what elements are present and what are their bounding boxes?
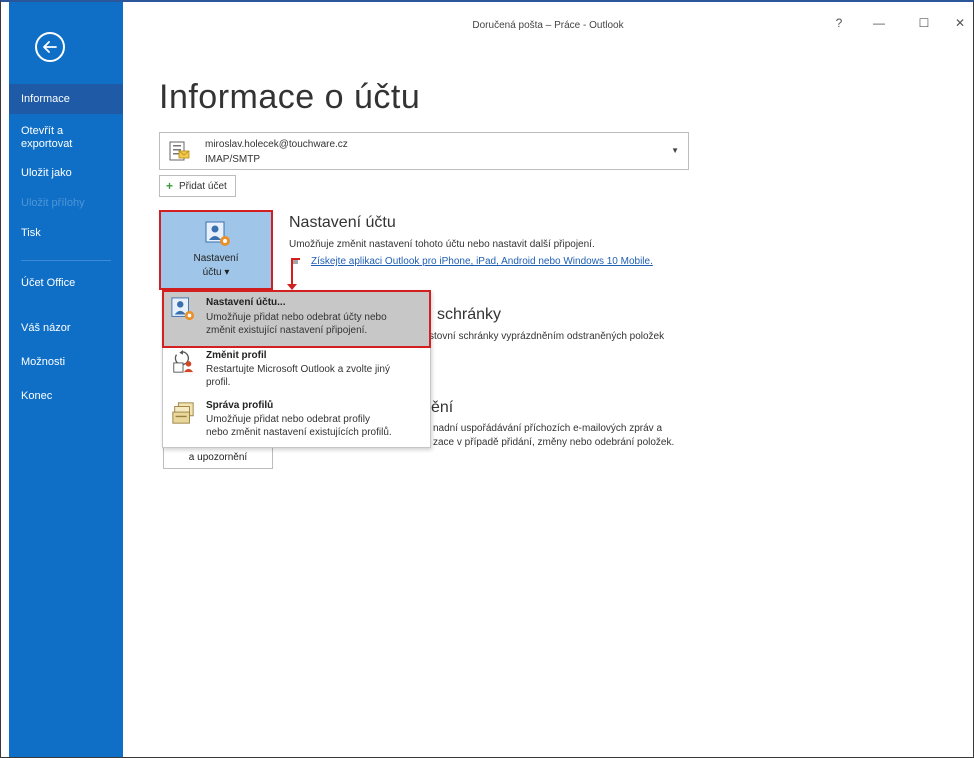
mailbox-heading: schránky <box>437 306 502 323</box>
menu-item-desc: nebo změnit nastavení existujících profi… <box>206 427 392 438</box>
account-email: miroslav.holecek@touchware.cz <box>205 139 348 150</box>
add-account-button[interactable]: + Přidat účet <box>159 175 236 197</box>
account-selector[interactable]: miroslav.holecek@touchware.cz IMAP/SMTP … <box>159 132 689 170</box>
account-settings-heading: Nastavení účtu <box>289 214 396 231</box>
account-settings-icon <box>171 297 195 321</box>
menu-item-desc: Umožňuje přidat nebo odebrat profily <box>206 414 370 425</box>
nav-item-tisk[interactable]: Tisk <box>9 218 123 260</box>
rules-desc-2: zace v případě přidání, změny nebo odebr… <box>433 437 675 448</box>
nav-item-ulozit-prilohy: Uložit přílohy <box>21 197 85 209</box>
rules-heading: ění <box>431 399 454 416</box>
annotation-connector-line <box>291 258 293 286</box>
nav-item-ulozit-jako[interactable]: Uložit jako <box>9 158 123 188</box>
outlook-window: Informace Otevřít a exportovat Uložit ja… <box>0 0 974 758</box>
account-settings-icon <box>205 221 230 246</box>
close-button[interactable]: ✕ <box>950 16 970 30</box>
menu-item-title: Změnit profil <box>206 350 267 361</box>
menu-item-title: Nastavení účtu... <box>206 297 286 308</box>
menu-item-desc: profil. <box>206 377 231 388</box>
rules-desc-1: nadní uspořádávání příchozích e-mailovýc… <box>433 423 663 434</box>
backstage-sidebar: Informace Otevřít a exportovat Uložit ja… <box>9 2 123 757</box>
add-account-label: Přidat účet <box>179 180 227 192</box>
mailbox-desc: stovní schránky vyprázdněním odstraněnýc… <box>429 331 665 342</box>
account-settings-menu: Nastavení účtu... Umožňuje přidat nebo o… <box>162 290 431 448</box>
menu-item-desc: Umožňuje přidat nebo odebrat účty nebo <box>206 312 387 323</box>
help-button[interactable]: ? <box>829 16 849 30</box>
window-left-strip <box>1 2 9 757</box>
nav-item-konec[interactable]: Konec <box>9 379 123 413</box>
back-button[interactable] <box>35 32 65 62</box>
change-profile-icon <box>173 350 194 373</box>
mail-account-icon <box>169 141 190 161</box>
menu-item-change-profile[interactable]: Změnit profil Restartujte Microsoft Outl… <box>163 348 430 398</box>
minimize-button[interactable]: — <box>869 16 889 30</box>
maximize-button[interactable]: ☐ <box>914 16 934 30</box>
account-settings-button[interactable]: Nastavení účtu ▾ <box>159 210 273 290</box>
nav-item-ucet-office[interactable]: Účet Office <box>9 261 79 311</box>
nav-item-vas-nazor[interactable]: Váš názor <box>9 311 123 345</box>
backstage-nav: Informace Otevřít a exportovat Uložit ja… <box>9 84 123 413</box>
rules-alerts-label: a upozornění <box>188 452 248 463</box>
account-settings-label-1: Nastavení <box>193 253 239 264</box>
menu-item-desc: změnit existující nastavení připojení. <box>206 325 368 336</box>
nav-item-moznosti[interactable]: Možnosti <box>9 345 123 379</box>
menu-item-account-settings[interactable]: Nastavení účtu... Umožňuje přidat nebo o… <box>162 290 431 348</box>
account-settings-label-2: účtu ▾ <box>202 267 230 278</box>
outlook-mobile-link[interactable]: Získejte aplikaci Outlook pro iPhone, iP… <box>311 256 653 267</box>
account-type: IMAP/SMTP <box>205 154 261 165</box>
menu-item-manage-profiles[interactable]: Správa profilů Umožňuje přidat nebo odeb… <box>163 397 430 447</box>
chevron-down-icon: ▼ <box>671 146 679 155</box>
nav-item-otevrit-exportovat[interactable]: Otevřít a exportovat <box>9 114 99 158</box>
arrow-left-icon <box>43 41 57 53</box>
page-title: Informace o účtu <box>159 78 421 116</box>
plus-icon: + <box>166 179 174 193</box>
nav-item-informace[interactable]: Informace <box>9 84 123 114</box>
manage-profiles-icon <box>172 402 194 424</box>
account-settings-desc: Umožňuje změnit nastavení tohoto účtu ne… <box>289 239 595 250</box>
menu-item-title: Správa profilů <box>206 400 274 411</box>
menu-item-desc: Restartujte Microsoft Outlook a zvolte j… <box>206 364 390 375</box>
